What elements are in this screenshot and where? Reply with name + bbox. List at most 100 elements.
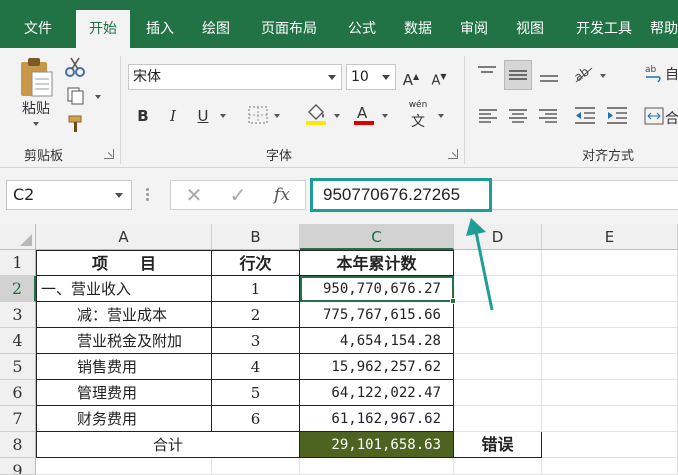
cell-a1[interactable]: 项 目: [36, 250, 212, 276]
formula-bar-grip-icon[interactable]: [146, 186, 150, 204]
fill-handle[interactable]: [450, 298, 456, 304]
tab-draw[interactable]: 绘图: [190, 10, 242, 48]
row-header-8[interactable]: 8: [0, 432, 36, 458]
cell-c7[interactable]: 61,162,967.62: [300, 406, 454, 432]
column-header-d[interactable]: D: [454, 224, 542, 250]
cell-b4[interactable]: 3: [212, 328, 300, 354]
cell-e7[interactable]: [542, 406, 678, 432]
cell-c2[interactable]: 950,770,676.27: [300, 276, 454, 302]
cell-c9[interactable]: [300, 458, 454, 475]
cell-b5[interactable]: 4: [212, 354, 300, 380]
cell-b3[interactable]: 2: [212, 302, 300, 328]
cell-e5[interactable]: [542, 354, 678, 380]
insert-function-icon[interactable]: fx: [267, 181, 297, 209]
cell-a8-merged[interactable]: 合计: [36, 432, 300, 458]
fill-color-icon[interactable]: [304, 102, 328, 126]
tab-developer[interactable]: 开发工具: [562, 10, 646, 48]
cell-a5[interactable]: 销售费用: [36, 354, 212, 380]
row-header-5[interactable]: 5: [0, 354, 36, 380]
orientation-dropdown-icon[interactable]: [600, 74, 606, 78]
cell-d1[interactable]: [454, 250, 542, 276]
cell-e9[interactable]: [542, 458, 678, 475]
align-top-icon[interactable]: [476, 64, 498, 84]
cell-a3[interactable]: 减：营业成本: [36, 302, 212, 328]
cell-a7[interactable]: 财务费用: [36, 406, 212, 432]
cell-d6[interactable]: [454, 380, 542, 406]
bold-button[interactable]: B: [132, 104, 154, 128]
tab-view[interactable]: 视图: [504, 10, 556, 48]
orientation-icon[interactable]: ab: [572, 62, 596, 84]
wrap-text-icon[interactable]: ab: [644, 62, 664, 84]
column-header-e[interactable]: E: [542, 224, 678, 250]
italic-button[interactable]: I: [162, 104, 184, 128]
formula-input[interactable]: 950770676.27265: [310, 178, 492, 212]
cell-c3[interactable]: 775,767,615.66: [300, 302, 454, 328]
decrease-font-size-button[interactable]: A▼: [428, 65, 450, 89]
paste-dropdown-icon[interactable]: [33, 122, 39, 126]
align-left-icon[interactable]: [478, 108, 498, 124]
tab-file[interactable]: 文件: [10, 10, 66, 48]
font-name-select[interactable]: 宋体: [128, 64, 342, 90]
font-color-dropdown-icon[interactable]: [382, 114, 388, 118]
row-header-9[interactable]: 9: [0, 458, 36, 475]
align-bottom-icon[interactable]: [538, 64, 560, 86]
row-header-3[interactable]: 3: [0, 302, 36, 328]
row-header-2[interactable]: 2: [0, 276, 36, 302]
underline-button[interactable]: U: [192, 104, 214, 128]
fill-color-dropdown-icon[interactable]: [334, 114, 340, 118]
cell-a6[interactable]: 管理费用: [36, 380, 212, 406]
name-box[interactable]: C2: [6, 180, 132, 210]
border-dropdown-icon[interactable]: [274, 114, 280, 118]
enter-icon[interactable]: ✓: [223, 181, 253, 209]
tab-home[interactable]: 开始: [76, 10, 130, 48]
cell-e1[interactable]: [542, 250, 678, 276]
cell-b2[interactable]: 1: [212, 276, 300, 302]
cell-d4[interactable]: [454, 328, 542, 354]
column-header-c[interactable]: C: [300, 224, 454, 250]
phonetic-guide-button[interactable]: wén 文: [406, 100, 430, 130]
cell-d3[interactable]: [454, 302, 542, 328]
cell-d5[interactable]: [454, 354, 542, 380]
increase-indent-icon[interactable]: [606, 106, 628, 126]
formula-input-extension[interactable]: [492, 180, 678, 210]
decrease-indent-icon[interactable]: [574, 106, 596, 126]
cell-b6[interactable]: 5: [212, 380, 300, 406]
align-middle-button[interactable]: [504, 60, 532, 90]
tab-page-layout[interactable]: 页面布局: [246, 10, 332, 48]
chevron-down-icon[interactable]: [115, 193, 123, 198]
tab-formulas[interactable]: 公式: [336, 10, 388, 48]
merge-center-label[interactable]: 合: [665, 108, 678, 128]
cell-b1[interactable]: 行次: [212, 250, 300, 276]
tab-review[interactable]: 审阅: [448, 10, 500, 48]
cell-e8[interactable]: [542, 432, 678, 458]
cancel-icon[interactable]: ✕: [179, 181, 209, 209]
cell-d2[interactable]: [454, 276, 542, 302]
cell-b7[interactable]: 6: [212, 406, 300, 432]
tab-insert[interactable]: 插入: [134, 10, 186, 48]
increase-font-size-button[interactable]: A▲: [400, 65, 422, 89]
cell-a4[interactable]: 营业税金及附加: [36, 328, 212, 354]
cell-d9[interactable]: [454, 458, 542, 475]
row-header-1[interactable]: 1: [0, 250, 36, 276]
align-right-icon[interactable]: [538, 108, 558, 124]
column-header-b[interactable]: B: [212, 224, 300, 250]
wrap-text-label[interactable]: 自: [665, 64, 678, 84]
row-header-4[interactable]: 4: [0, 328, 36, 354]
cell-e4[interactable]: [542, 328, 678, 354]
underline-dropdown-icon[interactable]: [220, 114, 226, 118]
border-icon[interactable]: [248, 106, 268, 124]
cell-a9[interactable]: [36, 458, 212, 475]
row-header-7[interactable]: 7: [0, 406, 36, 432]
cell-e2[interactable]: [542, 276, 678, 302]
tab-help[interactable]: 帮助: [650, 10, 678, 48]
clipboard-dialog-launcher-icon[interactable]: [104, 149, 114, 159]
cell-d8[interactable]: 错误: [454, 432, 542, 458]
cell-c8[interactable]: 29,101,658.63: [300, 432, 454, 458]
phonetic-dropdown-icon[interactable]: [438, 114, 444, 118]
merge-center-icon[interactable]: [644, 106, 664, 126]
cell-d7[interactable]: [454, 406, 542, 432]
cell-c1[interactable]: 本年累计数: [300, 250, 454, 276]
row-header-6[interactable]: 6: [0, 380, 36, 406]
copy-dropdown-icon[interactable]: [95, 95, 101, 99]
cut-icon[interactable]: [64, 56, 86, 78]
